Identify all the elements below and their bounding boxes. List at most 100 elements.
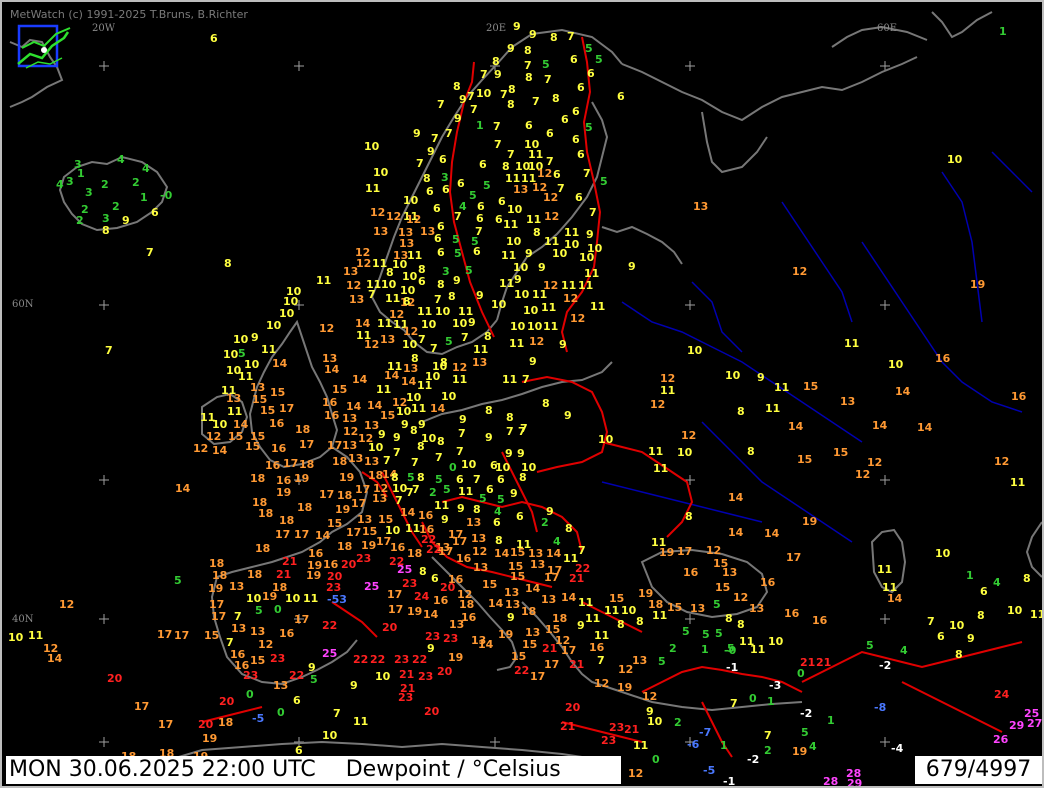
station-dewpoint-value: 7 <box>764 729 772 742</box>
station-dewpoint-value: 19 <box>335 503 351 516</box>
station-dewpoint-value: 17 <box>388 603 404 616</box>
station-dewpoint-value: 8 <box>550 31 558 44</box>
station-dewpoint-value: 5 <box>585 121 593 134</box>
station-dewpoint-value: 13 <box>513 183 529 196</box>
rivers <box>601 151 1033 543</box>
station-dewpoint-value: 17 <box>351 497 367 510</box>
station-dewpoint-value: 8 <box>437 435 445 448</box>
station-dewpoint-value: 8 <box>737 618 745 631</box>
station-dewpoint-value: 5 <box>407 471 415 484</box>
station-dewpoint-value: 11 <box>774 381 790 394</box>
station-dewpoint-value: 12 <box>544 210 560 223</box>
station-dewpoint-value: 10 <box>244 358 260 371</box>
station-dewpoint-value: 5 <box>497 493 505 506</box>
station-dewpoint-value: 18 <box>295 423 311 436</box>
station-dewpoint-value: 12 <box>537 167 553 180</box>
station-dewpoint-value: 12 <box>193 442 209 455</box>
station-dewpoint-value: 10 <box>677 446 693 459</box>
station-dewpoint-value: 19 <box>276 486 292 499</box>
station-dewpoint-value: 2 <box>764 744 772 757</box>
map-frame[interactable]: MetWatch (c) 1991-2025 T.Bruns, B.Richte… <box>0 0 1044 788</box>
station-dewpoint-value: 6 <box>456 473 464 486</box>
station-dewpoint-value: 23 <box>425 630 441 643</box>
station-dewpoint-value: 10 <box>266 319 282 332</box>
station-dewpoint-value: 6 <box>442 183 450 196</box>
station-dewpoint-value: 11 <box>578 596 594 609</box>
station-dewpoint-value: 13 <box>525 626 541 639</box>
station-dewpoint-value: -3 <box>769 679 782 692</box>
station-dewpoint-value: 11 <box>503 218 519 231</box>
station-dewpoint-value: 11 <box>590 300 606 313</box>
station-dewpoint-value: 11 <box>376 383 392 396</box>
station-dewpoint-value: 15 <box>715 581 731 594</box>
station-dewpoint-value: 16 <box>1011 390 1027 403</box>
station-dewpoint-value: 7 <box>461 331 469 344</box>
station-dewpoint-value: 7 <box>546 155 554 168</box>
station-dewpoint-value: 17 <box>283 457 299 470</box>
station-dewpoint-value: 9 <box>529 28 537 41</box>
station-dewpoint-value: 13 <box>380 333 396 346</box>
station-dewpoint-value: 9 <box>413 127 421 140</box>
station-dewpoint-value: 9 <box>485 431 493 444</box>
station-dewpoint-value: 22 <box>412 653 428 666</box>
station-dewpoint-value: 8 <box>484 330 492 343</box>
station-dewpoint-value: 5 <box>585 42 593 55</box>
station-dewpoint-value: 6 <box>457 177 465 190</box>
station-dewpoint-value: 7 <box>368 288 376 301</box>
station-dewpoint-value: 11 <box>353 715 369 728</box>
station-dewpoint-value: 10 <box>935 547 951 560</box>
station-dewpoint-value: 21 <box>276 568 292 581</box>
station-dewpoint-value: 0 <box>274 603 282 616</box>
station-dewpoint-value: 12 <box>570 312 586 325</box>
station-dewpoint-value: 17 <box>294 613 310 626</box>
station-dewpoint-value: 5 <box>465 264 473 277</box>
station-dewpoint-value: 21 <box>560 720 576 733</box>
station-dewpoint-value: 12 <box>681 429 697 442</box>
station-dewpoint-value: 7 <box>146 246 154 259</box>
station-dewpoint-value: 8 <box>437 278 445 291</box>
station-dewpoint-value: 7 <box>234 610 242 623</box>
station-dewpoint-value: 11 <box>765 402 781 415</box>
station-dewpoint-value: 16 <box>271 442 287 455</box>
station-dewpoint-value: 20 <box>382 621 398 634</box>
station-dewpoint-value: 5 <box>469 189 477 202</box>
station-dewpoint-value: 10 <box>8 631 24 644</box>
station-dewpoint-value: 23 <box>356 552 372 565</box>
station-dewpoint-value: 22 <box>353 653 369 666</box>
station-dewpoint-value: -5 <box>252 712 265 725</box>
station-dewpoint-value: 14 <box>525 582 541 595</box>
station-dewpoint-value: 10 <box>322 729 338 742</box>
station-dewpoint-value: 17 <box>294 528 310 541</box>
station-dewpoint-value: 10 <box>513 261 529 274</box>
station-dewpoint-value: 6 <box>570 53 578 66</box>
station-dewpoint-value: 14 <box>315 529 331 542</box>
station-dewpoint-value: 19 <box>498 628 514 641</box>
station-dewpoint-value: 16 <box>418 509 434 522</box>
station-dewpoint-value: 11 <box>750 643 766 656</box>
station-dewpoint-value: 9 <box>538 261 546 274</box>
station-dewpoint-value: 10 <box>285 592 301 605</box>
station-dewpoint-value: 9 <box>459 93 467 106</box>
station-dewpoint-value: 10 <box>279 307 295 320</box>
station-dewpoint-value: 4 <box>993 576 1001 589</box>
station-dewpoint-value: 15 <box>228 430 244 443</box>
station-dewpoint-value: 18 <box>297 501 313 514</box>
station-dewpoint-value: 8 <box>423 172 431 185</box>
station-dewpoint-value: 13 <box>348 452 364 465</box>
station-dewpoint-value: 5 <box>658 655 666 668</box>
station-dewpoint-value: 11 <box>584 267 600 280</box>
station-dewpoint-value: 16 <box>456 552 472 565</box>
station-dewpoint-value: 5 <box>174 574 182 587</box>
station-dewpoint-value: 1 <box>701 643 709 656</box>
station-dewpoint-value: 10 <box>403 194 419 207</box>
station-dewpoint-value: 7 <box>434 293 442 306</box>
station-dewpoint-value: 17 <box>174 629 190 642</box>
station-dewpoint-value: 23 <box>418 670 434 683</box>
station-dewpoint-value: 13 <box>250 381 266 394</box>
station-dewpoint-value: 8 <box>747 445 755 458</box>
metwatch-logo-icon[interactable] <box>16 24 72 76</box>
station-dewpoint-value: 8 <box>418 263 426 276</box>
station-dewpoint-value: 2 <box>669 642 677 655</box>
station-dewpoint-value: 23 <box>270 652 286 665</box>
station-dewpoint-value: 17 <box>157 628 173 641</box>
